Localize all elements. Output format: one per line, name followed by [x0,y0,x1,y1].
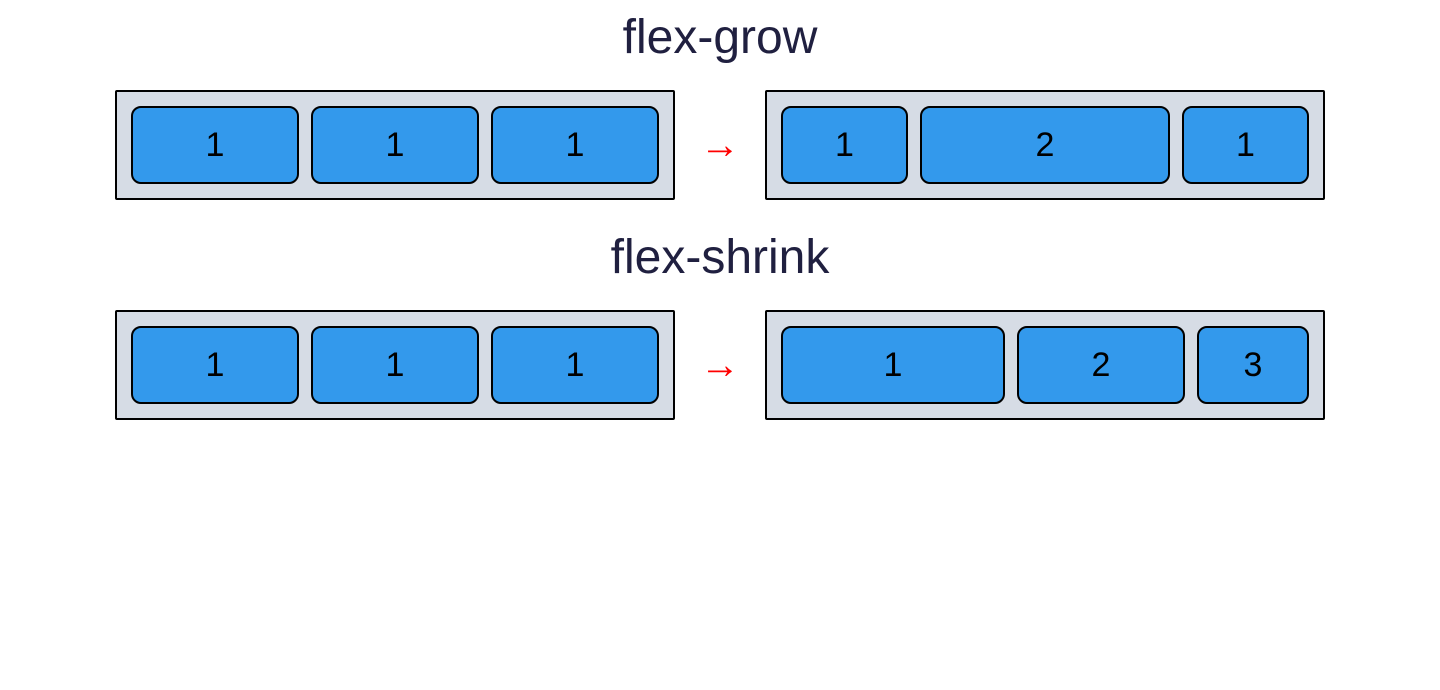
box: 1 [491,106,659,184]
box: 2 [1017,326,1185,404]
box: 1 [131,106,299,184]
flex-grow-row: 1 1 1 → 1 2 1 [115,90,1325,200]
flex-grow-section: flex-grow 1 1 1 → 1 2 1 [0,10,1440,200]
box: 1 [491,326,659,404]
arrow-right-icon: → [700,125,740,165]
box: 1 [311,106,479,184]
box: 3 [1197,326,1309,404]
flex-shrink-section: flex-shrink 1 1 1 → 1 2 3 [0,230,1440,420]
box: 2 [920,106,1170,184]
flex-grow-heading: flex-grow [623,10,818,65]
box: 1 [311,326,479,404]
box: 1 [1182,106,1309,184]
flex-shrink-heading: flex-shrink [611,230,830,285]
flex-shrink-row: 1 1 1 → 1 2 3 [115,310,1325,420]
box: 1 [131,326,299,404]
flex-grow-after-container: 1 2 1 [765,90,1325,200]
flex-shrink-after-container: 1 2 3 [765,310,1325,420]
flex-shrink-before-container: 1 1 1 [115,310,675,420]
box: 1 [781,326,1005,404]
arrow-right-icon: → [700,345,740,385]
box: 1 [781,106,908,184]
flex-grow-before-container: 1 1 1 [115,90,675,200]
